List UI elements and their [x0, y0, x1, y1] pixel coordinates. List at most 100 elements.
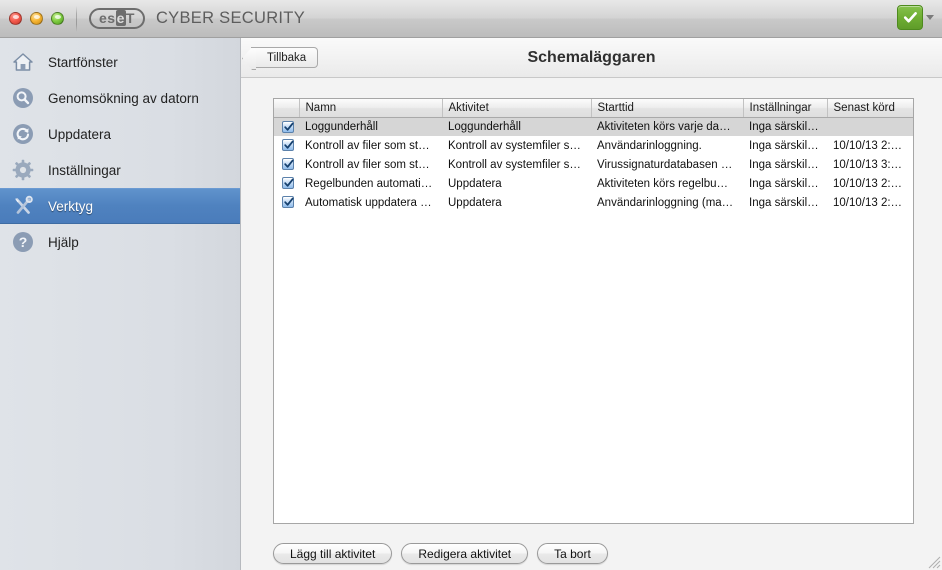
- zoom-button[interactable]: [51, 12, 64, 25]
- logo-text-b: e: [115, 10, 126, 26]
- checkbox-checked-icon[interactable]: [281, 158, 294, 171]
- protection-status-control[interactable]: [897, 5, 934, 30]
- cell-installningar: Inga särskil…: [749, 139, 819, 152]
- cell-starttid: Aktiviteten körs regelbu…: [597, 177, 729, 190]
- scheduler-table-panel: Namn Aktivitet Starttid Inställningar Se…: [273, 98, 914, 524]
- add-task-button-label: Lägg till aktivitet: [290, 546, 376, 561]
- table-row[interactable]: Regelbunden automati… Uppdatera Aktivite…: [274, 174, 913, 193]
- column-header-aktivitet[interactable]: Aktivitet: [442, 99, 592, 118]
- sidebar-item-verktyg[interactable]: Verktyg: [0, 188, 240, 224]
- add-task-button[interactable]: Lägg till aktivitet: [273, 543, 393, 564]
- window-controls: [0, 12, 64, 25]
- sidebar-item-installningar[interactable]: Inställningar: [0, 152, 240, 188]
- table-row[interactable]: Kontroll av filer som st… Kontroll av sy…: [274, 136, 913, 155]
- refresh-icon: [12, 123, 34, 145]
- sidebar-item-label: Genomsökning av datorn: [48, 90, 199, 106]
- delete-task-button-label: Ta bort: [554, 546, 591, 561]
- back-button-label: Tillbaka: [267, 51, 307, 64]
- column-header-namn[interactable]: Namn: [299, 99, 443, 118]
- cell-starttid: Användarinloggning (ma…: [597, 196, 734, 209]
- edit-task-button[interactable]: Redigera aktivitet: [401, 543, 529, 564]
- checkbox-checked-icon[interactable]: [281, 139, 294, 152]
- cell-starttid: Virussignaturdatabasen …: [597, 158, 733, 171]
- home-icon: [12, 51, 34, 73]
- cell-senast-kord: 10/10/13 2:…: [833, 177, 903, 190]
- column-header-checkbox[interactable]: [274, 99, 300, 118]
- cell-senast-kord: [827, 117, 913, 136]
- cell-namn: Kontroll av filer som st…: [305, 139, 430, 152]
- logo-text-c: T: [125, 10, 135, 26]
- cell-senast-kord: 10/10/13 2:…: [833, 139, 903, 152]
- sidebar-item-genomsokning[interactable]: Genomsökning av datorn: [0, 80, 240, 116]
- content-header: Tillbaka Schemaläggaren: [241, 38, 942, 78]
- checkbox-checked-icon[interactable]: [281, 177, 294, 190]
- column-header-starttid[interactable]: Starttid: [591, 99, 744, 118]
- cell-installningar: Inga särskil…: [749, 177, 819, 190]
- question-icon: ?: [12, 231, 34, 253]
- cell-namn: Loggunderhåll: [299, 117, 442, 136]
- cell-installningar: Inga särskil…: [749, 196, 819, 209]
- cell-senast-kord: 10/10/13 2:…: [833, 196, 903, 209]
- table-header-row: Namn Aktivitet Starttid Inställningar Se…: [274, 99, 913, 118]
- sidebar-item-uppdatera[interactable]: Uppdatera: [0, 116, 240, 152]
- table-header: Namn Aktivitet Starttid Inställningar Se…: [274, 99, 913, 118]
- titlebar-divider: [76, 5, 77, 32]
- cell-aktivitet: Kontroll av systemfiler s…: [448, 139, 581, 152]
- table-body: Loggunderhåll Loggunderhåll Aktiviteten …: [274, 117, 913, 212]
- back-button[interactable]: Tillbaka: [251, 47, 319, 68]
- cell-installningar: Inga särskil…: [743, 117, 827, 136]
- row-checkbox-cell[interactable]: [274, 155, 299, 174]
- sidebar-item-label: Verktyg: [48, 198, 94, 214]
- sidebar-item-hjalp[interactable]: ? Hjälp: [0, 224, 240, 260]
- svg-text:?: ?: [19, 234, 28, 250]
- cell-aktivitet: Loggunderhåll: [442, 117, 591, 136]
- green-check-icon[interactable]: [897, 5, 923, 30]
- page-title: Schemaläggaren: [527, 48, 656, 66]
- row-checkbox-cell[interactable]: [274, 136, 299, 155]
- cell-aktivitet: Uppdatera: [448, 196, 502, 209]
- cell-namn: Kontroll av filer som st…: [305, 158, 430, 171]
- column-header-senast-kord[interactable]: Senast körd: [827, 99, 913, 118]
- table-row[interactable]: Kontroll av filer som st… Kontroll av sy…: [274, 155, 913, 174]
- cell-starttid: Aktiviteten körs varje da…: [591, 117, 743, 136]
- table-row[interactable]: Loggunderhåll Loggunderhåll Aktiviteten …: [274, 117, 913, 136]
- title-bar: eseT CYBER SECURITY: [0, 0, 942, 38]
- delete-task-button[interactable]: Ta bort: [537, 543, 608, 564]
- cell-aktivitet: Uppdatera: [448, 177, 502, 190]
- action-button-row: Lägg till aktivitet Redigera aktivitet T…: [273, 524, 914, 570]
- cell-namn: Automatisk uppdatera …: [305, 196, 432, 209]
- cell-starttid: Användarinloggning.: [597, 139, 702, 152]
- resize-grip[interactable]: [926, 554, 941, 569]
- cell-senast-kord: 10/10/13 3:…: [833, 158, 903, 171]
- chevron-down-icon[interactable]: [926, 15, 934, 20]
- column-header-installningar[interactable]: Inställningar: [743, 99, 828, 118]
- scheduler-table: Namn Aktivitet Starttid Inställningar Se…: [274, 99, 913, 212]
- sidebar-item-startfonster[interactable]: Startfönster: [0, 44, 240, 80]
- eset-logo: eseT: [89, 8, 145, 29]
- gear-icon: [12, 159, 34, 181]
- brand-title: CYBER SECURITY: [155, 9, 305, 27]
- sidebar-item-label: Hjälp: [48, 234, 79, 250]
- sidebar: Startfönster Genomsökning av datorn Uppd…: [0, 38, 241, 570]
- application-window: eseT CYBER SECURITY Startfönster Genomsö…: [0, 0, 942, 570]
- table-row[interactable]: Automatisk uppdatera … Uppdatera Använda…: [274, 193, 913, 212]
- minimize-button[interactable]: [30, 12, 43, 25]
- sidebar-item-label: Uppdatera: [48, 126, 112, 142]
- checkbox-checked-icon[interactable]: [281, 120, 294, 133]
- magnifier-icon: [12, 87, 34, 109]
- sidebar-item-label: Inställningar: [48, 162, 121, 178]
- row-checkbox-cell[interactable]: [274, 174, 299, 193]
- content-area: Tillbaka Schemaläggaren Namn Aktivitet S…: [241, 38, 942, 570]
- row-checkbox-cell[interactable]: [274, 117, 299, 136]
- row-checkbox-cell[interactable]: [274, 193, 299, 212]
- brand-area: eseT CYBER SECURITY: [89, 8, 305, 29]
- close-button[interactable]: [9, 12, 22, 25]
- sidebar-item-label: Startfönster: [48, 54, 118, 70]
- checkbox-checked-icon[interactable]: [281, 196, 294, 209]
- tools-icon: [12, 195, 34, 217]
- cell-namn: Regelbunden automati…: [305, 177, 433, 190]
- edit-task-button-label: Redigera aktivitet: [418, 546, 512, 561]
- cell-installningar: Inga särskil…: [749, 158, 819, 171]
- window-body: Startfönster Genomsökning av datorn Uppd…: [0, 38, 942, 570]
- cell-aktivitet: Kontroll av systemfiler s…: [448, 158, 581, 171]
